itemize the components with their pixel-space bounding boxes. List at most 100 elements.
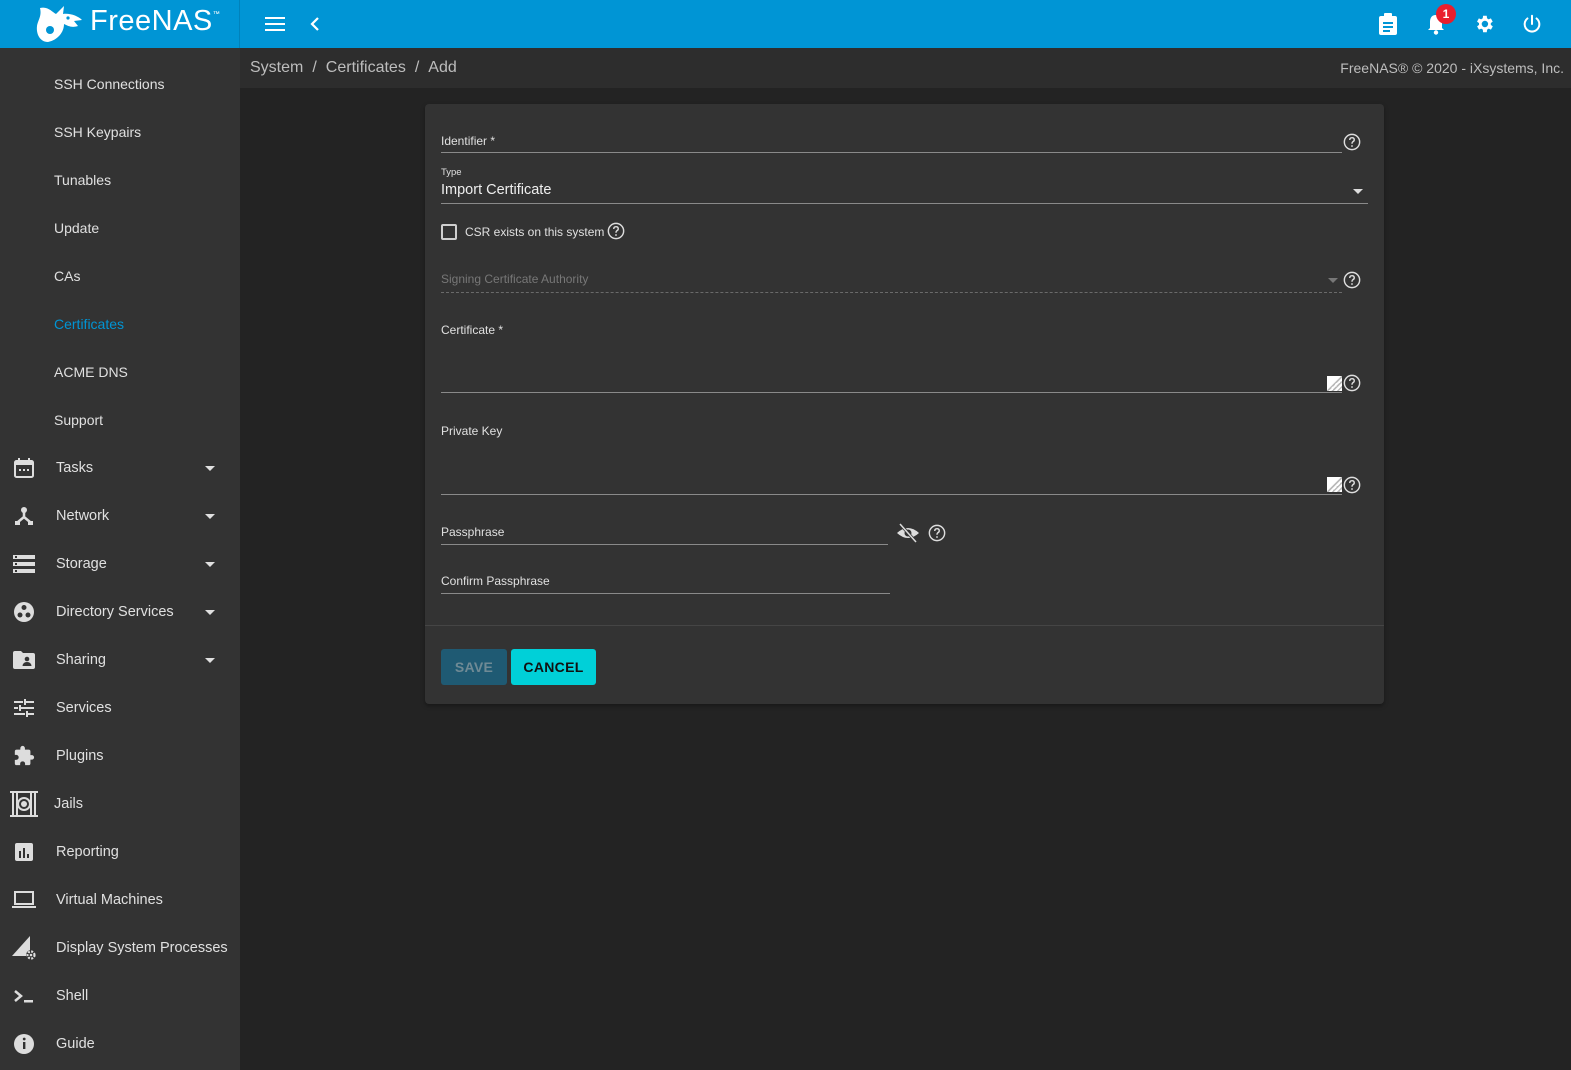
collapse-sidebar-button[interactable] (299, 8, 331, 40)
certificate-underline (441, 392, 1342, 393)
passphrase-underline (441, 544, 888, 545)
sidebar-item-services[interactable]: Services (0, 684, 240, 732)
clipboard-icon (1379, 13, 1397, 35)
identifier-label: Identifier * (441, 134, 496, 148)
sidebar-item-sharing[interactable]: Sharing (0, 636, 240, 684)
sidebar-item-storage[interactable]: Storage (0, 540, 240, 588)
storage-icon (11, 551, 37, 577)
sidebar-item-label: Plugins (56, 748, 104, 764)
power-icon (1523, 14, 1541, 33)
cancel-button[interactable]: CANCEL (511, 649, 596, 685)
processes-icon (11, 935, 37, 961)
sidebar-item-network[interactable]: Network (0, 492, 240, 540)
type-label: Type (441, 167, 462, 178)
resize-handle-icon[interactable] (1327, 376, 1342, 391)
sidebar-item-plugins[interactable]: Plugins (0, 732, 240, 780)
breadcrumb-system[interactable]: System (250, 59, 303, 76)
sidebar-item-label: Sharing (56, 652, 106, 668)
form-divider (425, 625, 1384, 626)
top-bar: FreeNAS™ 1 (0, 0, 1571, 48)
sidebar-item-shell[interactable]: Shell (0, 972, 240, 1020)
caret-down-icon (205, 513, 215, 519)
task-manager-button[interactable] (1372, 8, 1404, 40)
sidebar-item-label: SSH Keypairs (54, 124, 142, 140)
brand-name: FreeNAS™ (90, 5, 221, 37)
chart-icon (11, 839, 37, 865)
info-icon (11, 1031, 37, 1057)
csr-exists-label: CSR exists on this system (465, 225, 605, 239)
sidebar-item-label: Tasks (56, 460, 94, 476)
sidebar-item-label: Guide (56, 1036, 95, 1052)
passphrase-label: Passphrase (441, 525, 505, 539)
breadcrumb-certificates[interactable]: Certificates (326, 59, 406, 76)
help-icon[interactable] (1343, 133, 1361, 151)
breadcrumb-separator: / (312, 59, 317, 76)
sidebar-item-label: Update (54, 220, 100, 236)
caret-down-icon (205, 609, 215, 615)
help-icon[interactable] (928, 524, 946, 542)
caret-down-icon (1353, 189, 1363, 194)
directory-services-icon (11, 599, 37, 625)
help-icon[interactable] (1343, 374, 1361, 392)
sidebar-item-tasks[interactable]: Tasks (0, 444, 240, 492)
eye-off-icon[interactable] (896, 523, 920, 543)
sidebar: SSH Connections SSH Keypairs Tunables Up… (0, 48, 240, 1070)
settings-button[interactable] (1468, 8, 1500, 40)
notification-badge: 1 (1436, 4, 1456, 24)
breadcrumb: System / Certificates / Add (250, 59, 457, 77)
signing-ca-underline (441, 292, 1342, 293)
sidebar-item-directory-services[interactable]: Directory Services (0, 588, 240, 636)
certificate-label: Certificate * (441, 323, 504, 337)
sidebar-item-label: Shell (56, 988, 89, 1004)
network-icon (11, 503, 37, 529)
sidebar-item-ssh-keypairs[interactable]: SSH Keypairs (0, 108, 240, 156)
logo[interactable]: FreeNAS™ (0, 0, 240, 48)
jail-icon (9, 791, 39, 817)
save-button[interactable]: SAVE (441, 649, 507, 685)
resize-handle-icon[interactable] (1327, 477, 1342, 492)
menu-toggle-button[interactable] (259, 8, 291, 40)
sidebar-item-label: Reporting (56, 844, 119, 860)
power-button[interactable] (1516, 8, 1548, 40)
sidebar-item-cas[interactable]: CAs (0, 252, 240, 300)
puzzle-icon (11, 743, 37, 769)
confirm-passphrase-label: Confirm Passphrase (441, 574, 550, 588)
sidebar-item-label: Network (56, 508, 110, 524)
sidebar-item-label: CAs (54, 268, 81, 284)
sidebar-item-label: Certificates (54, 316, 125, 332)
chevron-left-icon (310, 17, 319, 31)
sidebar-item-label: Jails (54, 796, 84, 812)
sidebar-item-support[interactable]: Support (0, 396, 240, 444)
sidebar-item-label: Storage (56, 556, 107, 572)
csr-exists-checkbox[interactable] (441, 224, 457, 240)
laptop-icon (11, 887, 37, 913)
sidebar-item-certificates[interactable]: Certificates (0, 300, 240, 348)
sidebar-item-ssh-connections[interactable]: SSH Connections (0, 60, 240, 108)
sidebar-item-reporting[interactable]: Reporting (0, 828, 240, 876)
sidebar-item-update[interactable]: Update (0, 204, 240, 252)
sidebar-item-label: SSH Connections (54, 76, 165, 92)
help-icon[interactable] (607, 222, 625, 240)
help-icon[interactable] (1343, 476, 1361, 494)
sidebar-item-label: ACME DNS (54, 364, 128, 380)
sidebar-item-jails[interactable]: Jails (0, 780, 240, 828)
breadcrumb-add: Add (428, 59, 457, 76)
sidebar-item-label: Virtual Machines (56, 892, 163, 908)
sidebar-item-display-system-processes[interactable]: Display System Processes (0, 924, 240, 972)
sidebar-item-label: Support (54, 412, 104, 428)
sidebar-item-virtual-machines[interactable]: Virtual Machines (0, 876, 240, 924)
copyright: FreeNAS® © 2020 - iXsystems, Inc. (1340, 60, 1564, 76)
sidebar-item-guide[interactable]: Guide (0, 1020, 240, 1068)
caret-down-icon (1328, 278, 1338, 283)
caret-down-icon (205, 561, 215, 567)
sidebar-item-acme-dns[interactable]: ACME DNS (0, 348, 240, 396)
sidebar-item-tunables[interactable]: Tunables (0, 156, 240, 204)
type-underline (441, 203, 1368, 204)
type-value: Import Certificate (441, 182, 552, 198)
caret-down-icon (205, 465, 215, 471)
sidebar-item-label: Tunables (54, 172, 112, 188)
help-icon[interactable] (1343, 271, 1361, 289)
identifier-underline (441, 152, 1342, 153)
gear-icon (1477, 15, 1493, 33)
add-certificate-form: Identifier * Type Import Certificate CSR… (425, 104, 1384, 704)
